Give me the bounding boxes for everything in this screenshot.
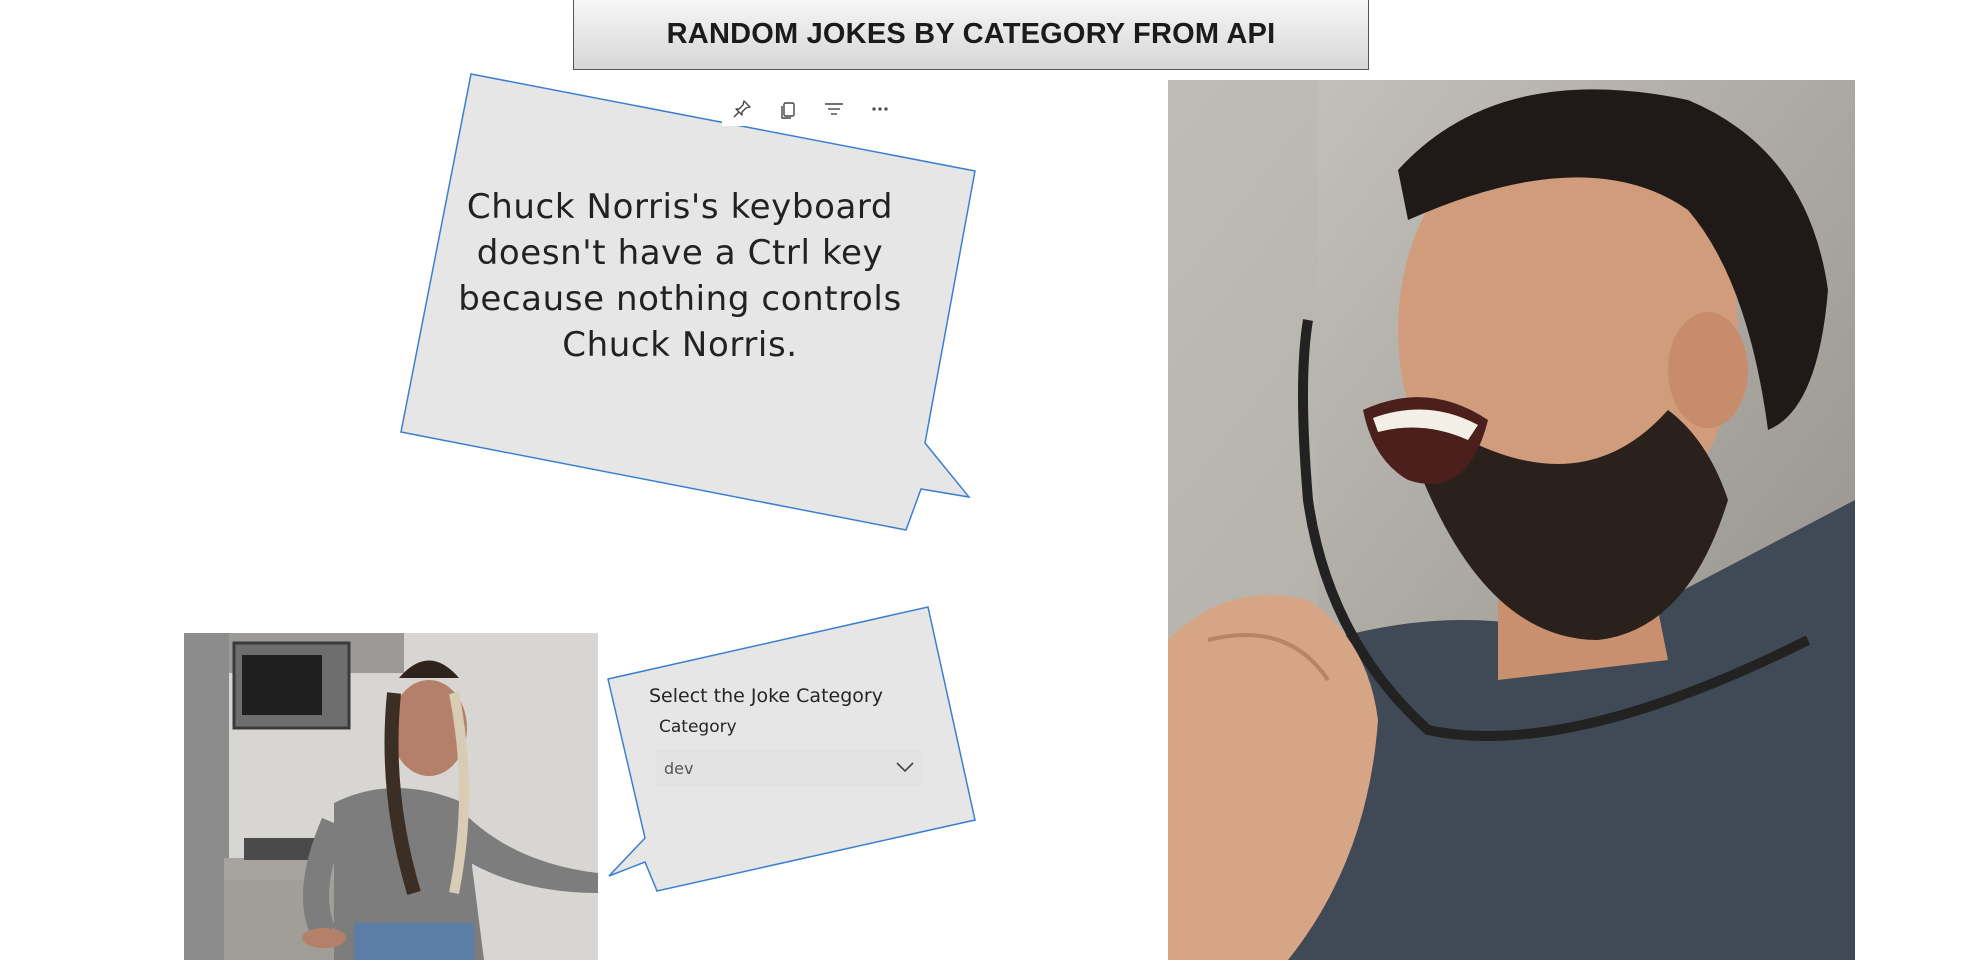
visual-header-toolbar — [728, 94, 894, 124]
joke-text: Chuck Norris's keyboard doesn't have a C… — [458, 187, 902, 365]
pin-icon[interactable] — [728, 95, 756, 123]
filter-icon[interactable] — [820, 95, 848, 123]
slicer-title: Select the Joke Category — [649, 685, 883, 707]
chevron-down-icon — [895, 759, 915, 778]
slicer-field-label: Category — [659, 717, 737, 737]
category-dropdown-value: dev — [664, 758, 694, 778]
laughing-man-photo — [1168, 80, 1855, 960]
copy-visual-icon[interactable] — [774, 95, 802, 123]
slicer-speech-bubble — [607, 606, 976, 892]
category-dropdown[interactable]: dev — [656, 750, 923, 786]
more-options-icon[interactable] — [866, 95, 894, 123]
confused-woman-photo — [184, 633, 598, 960]
